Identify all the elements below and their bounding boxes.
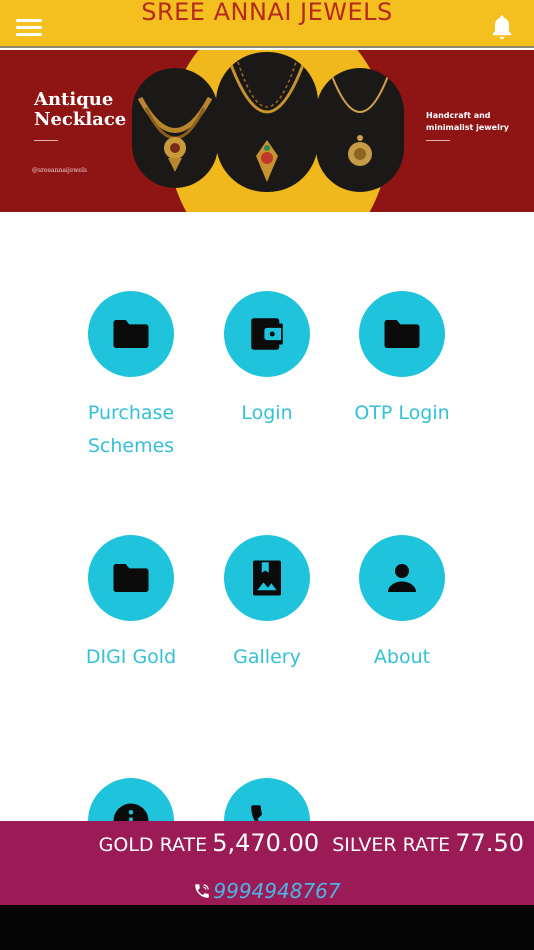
- phone-number-link[interactable]: 9994948767: [213, 879, 340, 903]
- contact-button[interactable]: [224, 778, 310, 821]
- necklace-image-2: [216, 52, 318, 192]
- digi-gold-tile[interactable]: DIGI Gold: [61, 535, 201, 685]
- app-header: SREE ANNAI JEWELS: [0, 0, 534, 48]
- folder-icon: [384, 320, 420, 348]
- otp-login-button[interactable]: [359, 291, 445, 377]
- folder-icon: [113, 320, 149, 348]
- banner-tagline: Handcraft and minimalist jewelry: [426, 111, 509, 132]
- silver-rate-value: 77.50: [455, 829, 524, 857]
- necklace-image-3: [316, 68, 404, 192]
- otp-login-tile[interactable]: OTP Login: [332, 291, 472, 441]
- wallet-icon: [251, 318, 283, 350]
- banner-handle: @sreeannaijewels: [32, 167, 87, 174]
- about-tile[interactable]: About: [332, 535, 472, 685]
- silver-rate-label: SILVER RATE: [332, 834, 451, 856]
- gold-rate-label: GOLD RATE: [98, 834, 208, 856]
- app-screen: SREE ANNAI JEWELS Antique Necklace @sree…: [0, 0, 534, 950]
- phone-icon: [251, 805, 262, 821]
- folder-icon: [113, 564, 149, 592]
- login-button[interactable]: [224, 291, 310, 377]
- digi-gold-button[interactable]: [88, 535, 174, 621]
- gallery-button[interactable]: [224, 535, 310, 621]
- digi-gold-label: DIGI Gold: [85, 646, 177, 668]
- bottom-system-bar: [0, 905, 534, 950]
- purchase-schemes-tile[interactable]: Purchase Schemes: [61, 291, 201, 471]
- gallery-label: Gallery: [233, 646, 301, 668]
- gallery-tile[interactable]: Gallery: [197, 535, 337, 685]
- person-icon: [388, 564, 416, 592]
- purchase-schemes-button[interactable]: [88, 291, 174, 377]
- necklace-image-1: [132, 68, 218, 188]
- login-label: Login: [241, 402, 293, 424]
- about-button[interactable]: [359, 535, 445, 621]
- banner-divider: [34, 140, 58, 141]
- photo-album-icon: [253, 560, 281, 596]
- rate-bar: GOLD RATE 5,470.00 SILVER RATE 77.50 999…: [0, 821, 534, 905]
- info-tile[interactable]: [61, 778, 201, 821]
- purchase-schemes-label: Purchase Schemes: [87, 402, 175, 457]
- bell-icon[interactable]: [488, 12, 516, 42]
- contact-tile[interactable]: [197, 778, 337, 821]
- contact-phone-row[interactable]: 9994948767: [0, 879, 534, 903]
- banner-title: Antique Necklace: [34, 89, 127, 130]
- about-label: About: [373, 646, 431, 668]
- rates-row: GOLD RATE 5,470.00 SILVER RATE 77.50: [0, 829, 524, 857]
- info-button[interactable]: [88, 778, 174, 821]
- app-title: SREE ANNAI JEWELS: [141, 0, 393, 26]
- promo-banner[interactable]: Antique Necklace @sreeannaijewels Handcr…: [0, 50, 534, 212]
- otp-login-label: OTP Login: [354, 402, 450, 424]
- gold-rate-value: 5,470.00: [212, 829, 320, 857]
- phone-call-icon: [195, 884, 210, 898]
- info-icon: [113, 803, 149, 821]
- login-tile[interactable]: Login: [197, 291, 337, 441]
- banner-divider-right: [426, 140, 450, 141]
